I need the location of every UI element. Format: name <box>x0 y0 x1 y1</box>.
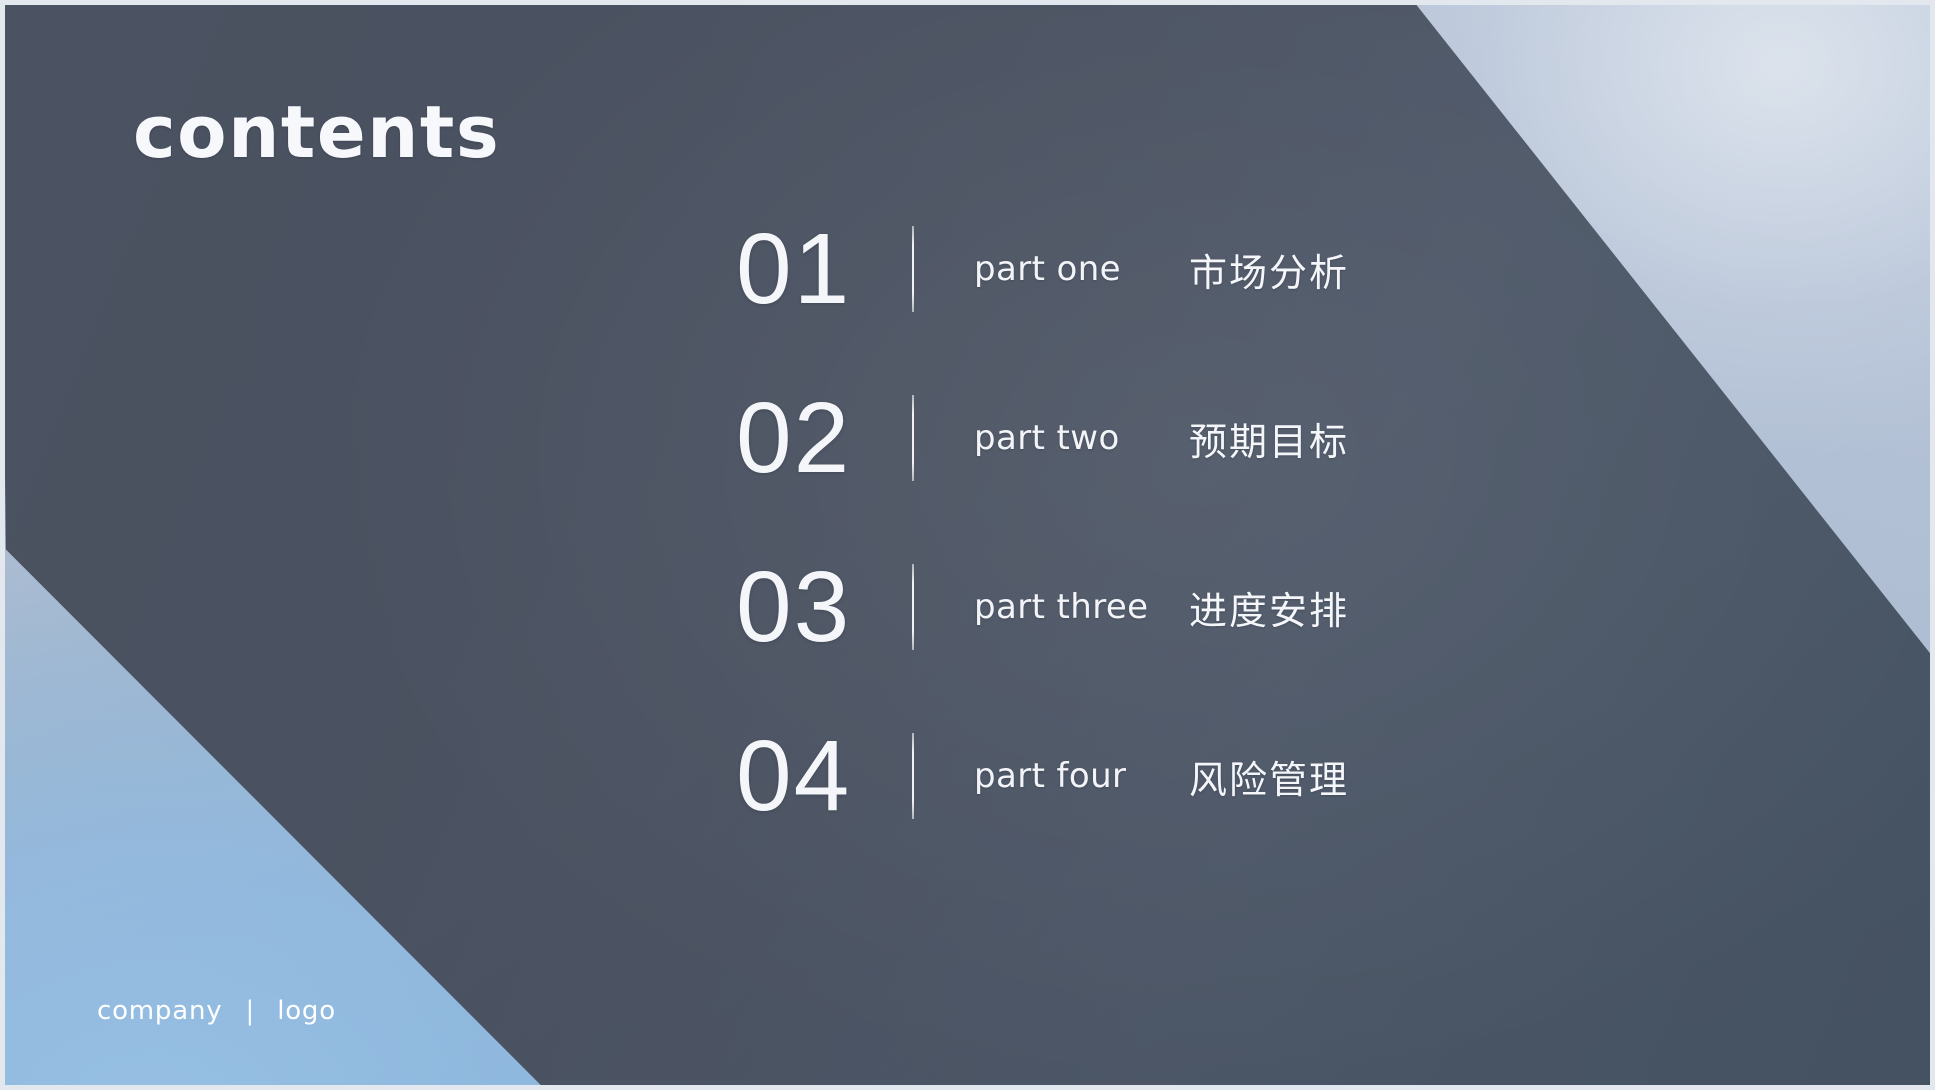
contents-list: 01 part one 市场分析 02 part two 预期目标 03 par… <box>736 214 1349 831</box>
list-item[interactable]: 03 part three 进度安排 <box>736 552 1349 662</box>
list-item[interactable]: 01 part one 市场分析 <box>736 214 1349 324</box>
item-label-en: part two <box>974 418 1120 458</box>
list-item[interactable]: 02 part two 预期目标 <box>736 383 1349 493</box>
list-item[interactable]: 04 part four 风险管理 <box>736 721 1349 831</box>
item-label-cn: 市场分析 <box>1189 250 1350 295</box>
footer-logo: logo <box>277 996 336 1026</box>
item-label-en: part four <box>974 756 1127 796</box>
footer-company: company <box>97 996 223 1026</box>
presentation-slide: contents 01 part one 市场分析 02 part two 预期… <box>0 0 1935 1090</box>
item-number: 01 <box>736 213 852 325</box>
slide-footer: company | logo <box>97 996 336 1026</box>
vertical-divider <box>912 226 914 312</box>
item-label-en: part three <box>974 587 1149 627</box>
item-label-en: part one <box>974 249 1122 289</box>
item-number: 03 <box>736 551 852 663</box>
item-number: 02 <box>736 382 852 494</box>
slide-content: contents 01 part one 市场分析 02 part two 预期… <box>0 0 1935 1090</box>
vertical-divider <box>912 564 914 650</box>
item-label-cn: 进度安排 <box>1189 588 1350 633</box>
page-title: contents <box>133 90 501 174</box>
item-label-cn: 风险管理 <box>1189 757 1350 802</box>
item-label-cn: 预期目标 <box>1189 419 1350 464</box>
item-number: 04 <box>736 720 852 832</box>
vertical-divider <box>912 733 914 819</box>
footer-separator: | <box>245 996 255 1026</box>
vertical-divider <box>912 395 914 481</box>
